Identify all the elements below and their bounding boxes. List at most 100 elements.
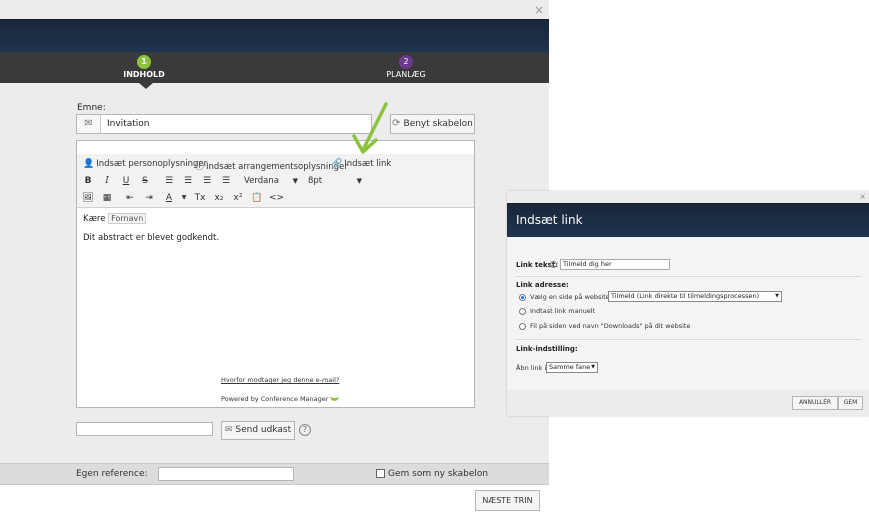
- font-family-value: Verdana: [244, 176, 279, 186]
- font-family-select[interactable]: Verdana ▼: [244, 174, 298, 188]
- draft-email-input[interactable]: [76, 422, 213, 436]
- radio-manual-link-label: Indtast link manuelt: [530, 307, 596, 315]
- reference-input[interactable]: [158, 467, 294, 481]
- font-size-value: 8pt: [308, 176, 323, 186]
- help-icon[interactable]: ?: [299, 424, 311, 436]
- dialog-header: Indsæt link: [507, 203, 869, 237]
- radio-choose-page[interactable]: [519, 294, 526, 301]
- insert-person-label: Indsæt personoplysninger: [96, 159, 208, 169]
- outdent-icon[interactable]: ⇤: [123, 191, 137, 205]
- step-label-content: INDHOLD: [123, 70, 165, 79]
- link-icon: 🔗: [331, 159, 343, 169]
- save-template-label: Gem som ny skabelon: [388, 469, 489, 479]
- person-icon: 👤: [83, 159, 95, 169]
- subject-field[interactable]: ✉ Invitation: [76, 114, 372, 134]
- step-number-1: 1: [137, 55, 151, 69]
- chevron-down-icon: ▼: [591, 364, 595, 370]
- radio-manual-link[interactable]: [519, 308, 526, 315]
- use-template-label: Benyt skabelon: [403, 119, 473, 129]
- editor-toolbar: 👤 Indsæt personoplysninger ⓘ Indsæt arrang…: [77, 154, 474, 208]
- info-icon: ⓘ: [195, 162, 205, 172]
- align-right-icon[interactable]: ☰: [200, 174, 214, 188]
- chevron-down-icon: ▼: [356, 177, 362, 185]
- dialog-title: Indsæt link: [516, 213, 583, 227]
- chevron-down-icon: ▼: [775, 293, 779, 299]
- close-icon[interactable]: ×: [859, 192, 866, 201]
- radio-choose-page-label: Vælg en side på websitet: [530, 293, 613, 301]
- chevron-down-icon[interactable]: ▼: [177, 191, 191, 205]
- align-justify-icon[interactable]: ☰: [219, 174, 233, 188]
- powered-by-footer: Powered by Conference Manager: [221, 394, 340, 403]
- bottom-area: [0, 485, 549, 519]
- use-template-button[interactable]: ⟳ Benyt skabelon: [390, 114, 475, 134]
- reference-bar: Egen reference: Gem som ny skabelon: [0, 463, 549, 485]
- window-header: [0, 19, 549, 52]
- align-center-icon[interactable]: ☰: [181, 174, 195, 188]
- close-icon[interactable]: ×: [534, 3, 544, 17]
- next-step-button[interactable]: NÆSTE TRIN: [475, 490, 540, 511]
- powered-by-text: Powered by Conference Manager: [221, 395, 329, 403]
- help-icon[interactable]: ?: [550, 261, 557, 268]
- step-content[interactable]: 1 INDHOLD: [94, 55, 194, 79]
- insert-person-button[interactable]: 👤 Indsæt personoplysninger: [83, 159, 207, 169]
- open-in-label: Åbn link i: [516, 364, 547, 372]
- save-template-checkbox[interactable]: [376, 469, 385, 478]
- envelope-icon: ✉: [224, 425, 233, 435]
- save-button[interactable]: GEM: [838, 396, 863, 410]
- firstname-merge-tag[interactable]: Fornavn: [108, 213, 147, 224]
- active-step-pointer: [139, 83, 153, 89]
- rich-text-editor: 👤 Indsæt personoplysninger ⓘ Indsæt arrang…: [76, 140, 475, 408]
- page-select-value: Tilmeld (Link direkte til tilmeldingspro…: [611, 292, 760, 300]
- image-icon[interactable]: 🖼: [81, 191, 95, 205]
- insert-link-dialog: × Indsæt link Link tekst: ? Tilmeld dig …: [507, 191, 869, 416]
- radio-downloads-file-label: Fil på siden ved navn "Downloads" på dit…: [530, 322, 691, 330]
- conference-manager-logo-icon: [330, 394, 340, 401]
- table-icon[interactable]: ▦: [100, 191, 114, 205]
- text-color-icon[interactable]: A: [162, 191, 176, 205]
- dialog-body: Link tekst: ? Tilmeld dig her Link adres…: [507, 237, 869, 390]
- insert-event-button[interactable]: ⓘ Indsæt arrangementsoplysninger: [195, 159, 348, 172]
- subscript-icon[interactable]: x₂: [212, 191, 226, 205]
- strikethrough-button[interactable]: S: [138, 174, 152, 188]
- green-arrow-annotation: [352, 102, 388, 154]
- subject-label: Emne:: [77, 103, 106, 113]
- send-draft-label: Send udkast: [235, 425, 292, 435]
- link-text-input[interactable]: Tilmeld dig her: [560, 259, 670, 270]
- clear-format-icon[interactable]: Tx: [193, 191, 207, 205]
- divider: [516, 339, 861, 340]
- underline-button[interactable]: U: [119, 174, 133, 188]
- open-in-select[interactable]: Samme fane ▼: [546, 362, 598, 373]
- insert-link-button[interactable]: 🔗 Indsæt link: [331, 159, 391, 169]
- step-plan[interactable]: 2 PLANLÆG: [356, 55, 456, 79]
- subject-input[interactable]: Invitation: [107, 119, 149, 129]
- link-settings-label: Link-indstilling:: [516, 345, 578, 353]
- cancel-button[interactable]: ANNULLÉR: [792, 396, 838, 410]
- envelope-icon: ✉: [77, 115, 101, 133]
- chevron-down-icon: ▼: [292, 177, 298, 185]
- step-indicator: 1 INDHOLD 2 PLANLÆG: [0, 52, 549, 83]
- refresh-icon: ⟳: [392, 118, 401, 129]
- indent-icon[interactable]: ⇥: [142, 191, 156, 205]
- why-receive-link[interactable]: Hvorfor modtager jeg denne e-mail?: [221, 376, 339, 384]
- insert-link-label: Indsæt link: [344, 159, 392, 169]
- radio-downloads-file[interactable]: [519, 323, 526, 330]
- superscript-icon[interactable]: x²: [231, 191, 245, 205]
- divider: [516, 276, 861, 277]
- body-text: Dit abstract er blevet godkendt.: [83, 233, 220, 243]
- step-number-2: 2: [399, 55, 413, 69]
- email-editor-window: × 1 INDHOLD 2 PLANLÆG Emne: ✉ Invitation…: [0, 0, 549, 519]
- source-code-icon[interactable]: <>: [269, 191, 284, 205]
- italic-button[interactable]: I: [100, 174, 114, 188]
- editor-content[interactable]: Kære Fornavn Dit abstract er blevet godk…: [83, 213, 219, 243]
- paste-icon[interactable]: 📋: [250, 191, 264, 205]
- align-left-icon[interactable]: ☰: [162, 174, 176, 188]
- greeting-text: Kære: [83, 214, 106, 224]
- greeting-line: Kære Fornavn: [83, 213, 219, 224]
- reference-label: Egen reference:: [76, 469, 148, 479]
- bold-button[interactable]: B: [81, 174, 95, 188]
- font-size-select[interactable]: 8pt ▼: [308, 174, 362, 188]
- send-draft-button[interactable]: ✉ Send udkast: [221, 421, 295, 440]
- link-address-label: Link adresse:: [516, 281, 569, 289]
- page-select[interactable]: Tilmeld (Link direkte til tilmeldingspro…: [608, 291, 782, 302]
- step-label-plan: PLANLÆG: [386, 70, 426, 79]
